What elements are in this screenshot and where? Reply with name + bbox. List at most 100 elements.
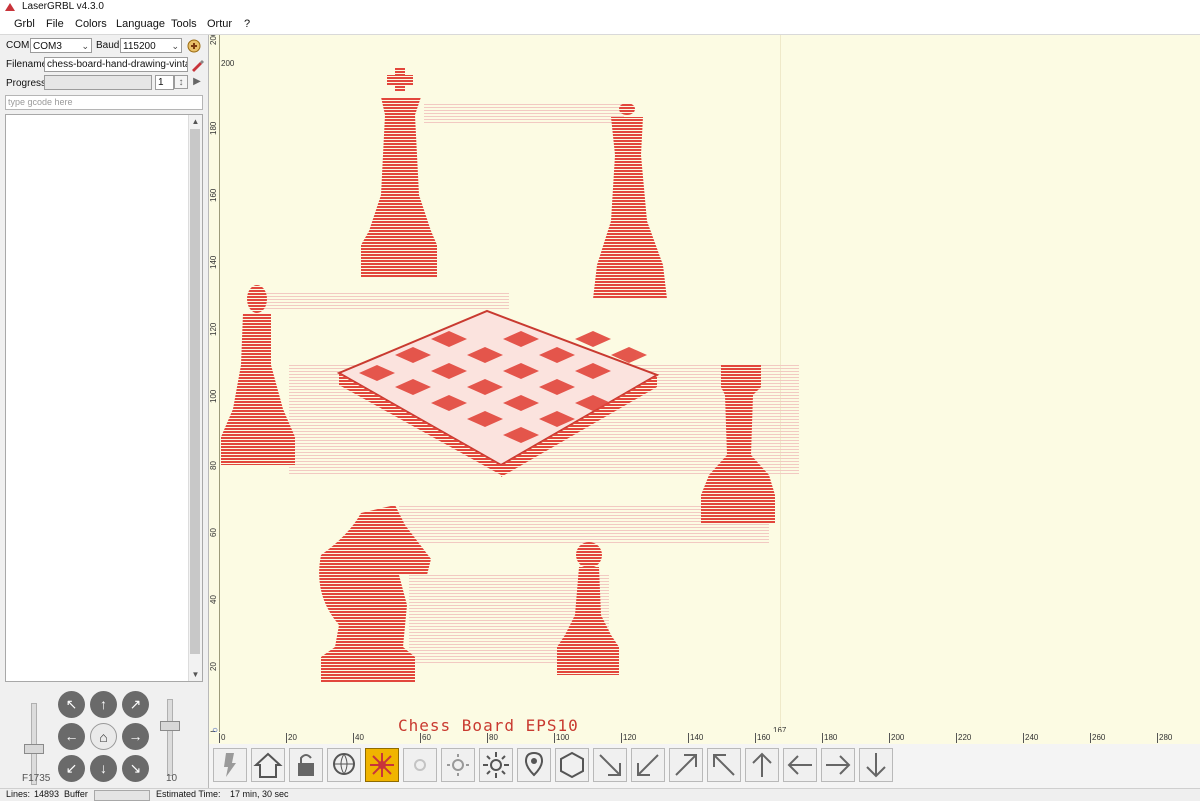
canvas-caption: Chess Board EPS10 <box>398 716 579 732</box>
step-size-label: 10 <box>166 773 178 784</box>
scroll-down-icon[interactable]: ▼ <box>189 668 202 681</box>
engraving-preview <box>221 67 799 683</box>
baud-rate-select[interactable]: 115200 ⌄ <box>120 38 182 53</box>
x-tick: 140 <box>688 733 704 743</box>
x-tick: 120 <box>621 733 637 743</box>
scroll-thumb[interactable] <box>190 129 200 654</box>
jog-down-left-tool[interactable] <box>631 748 665 782</box>
chevron-down-icon: ⌄ <box>171 41 179 51</box>
passes-stepper[interactable]: ↕ <box>174 75 188 89</box>
arrow-down-left-icon <box>637 754 659 776</box>
console-log: ▲ ▼ <box>5 114 203 682</box>
globe-icon <box>333 753 355 775</box>
connect-icon[interactable] <box>186 38 202 53</box>
preview-canvas[interactable]: 200 180 160 140 120 100 80 60 40 20 0 20… <box>209 35 1200 732</box>
gcode-input[interactable]: type gcode here <box>5 95 203 110</box>
jog-down-tool[interactable] <box>859 748 893 782</box>
menu-language[interactable]: Language <box>116 18 165 30</box>
filename-label: Filename <box>6 59 48 70</box>
menu-tools[interactable]: Tools <box>171 18 197 30</box>
menu-ortur[interactable]: Ortur <box>207 18 232 30</box>
unlock-button[interactable] <box>289 748 323 782</box>
jog-left-tool[interactable] <box>783 748 817 782</box>
king-piece <box>361 67 437 277</box>
x-tick: 180 <box>822 733 838 743</box>
app-logo-icon <box>5 3 15 11</box>
jog-up-tool[interactable] <box>745 748 779 782</box>
jog-left-button[interactable]: ← <box>58 723 85 750</box>
x-tick: 200 <box>889 733 905 743</box>
menu-help[interactable]: ? <box>244 18 250 30</box>
traverse-lines <box>259 291 509 311</box>
status-bar: Lines: 14893 Buffer Estimated Time: 17 m… <box>0 788 1200 801</box>
x-tick: 280 <box>1157 733 1173 743</box>
horizontal-ruler: 0 20 40 60 80 100 120 140 160 180 200 22… <box>209 732 1200 744</box>
x-tick: 260 <box>1090 733 1106 743</box>
globe-button[interactable] <box>327 748 361 782</box>
x-tick: 240 <box>1023 733 1039 743</box>
com-port-select[interactable]: COM3 ⌄ <box>30 38 92 53</box>
sun-mid-icon <box>447 754 469 776</box>
home-button[interactable] <box>251 748 285 782</box>
console-scrollbar[interactable]: ▲ ▼ <box>188 115 202 681</box>
jog-down-left-button[interactable]: ↙ <box>58 755 85 782</box>
menu-file[interactable]: File <box>46 18 64 30</box>
laser-icon <box>370 753 394 777</box>
baud-rate-value: 115200 <box>123 41 156 52</box>
chevron-down-icon: ⌄ <box>81 41 89 51</box>
sun-high-icon <box>483 752 509 778</box>
power-high-button[interactable] <box>479 748 513 782</box>
shape-button[interactable] <box>555 748 589 782</box>
lines-label: Lines: <box>6 789 31 799</box>
arrow-up-icon <box>752 752 772 777</box>
jog-down-button[interactable]: ↓ <box>90 755 117 782</box>
feed-slider-thumb[interactable] <box>24 744 44 754</box>
passes-field[interactable]: 1 <box>155 75 174 90</box>
menu-bar: Grbl File Colors Language Tools Ortur ? <box>0 14 1200 35</box>
home-icon[interactable]: ⌂ <box>90 723 117 750</box>
arrow-up-right-icon <box>675 754 697 776</box>
step-slider-track[interactable] <box>167 699 173 776</box>
power-mid-button[interactable] <box>441 748 475 782</box>
menu-grbl[interactable]: Grbl <box>14 18 35 30</box>
map-pin-icon <box>524 751 544 777</box>
play-icon[interactable]: ▶ <box>190 75 204 89</box>
estimated-time-label: Estimated Time: <box>156 789 221 799</box>
jog-up-right-button[interactable]: ↗ <box>122 691 149 718</box>
buffer-bar <box>94 790 150 801</box>
jog-right-button[interactable]: → <box>122 723 149 750</box>
connect-button[interactable] <box>213 748 247 782</box>
filename-field[interactable]: chess-board-hand-drawing-vintage-sty <box>44 57 188 72</box>
laser-toggle-button[interactable] <box>365 748 399 782</box>
step-slider-thumb[interactable] <box>160 721 180 731</box>
feed-rate-label: F1735 <box>22 773 51 784</box>
jog-right-tool[interactable] <box>821 748 855 782</box>
progress-bar <box>44 75 152 90</box>
jog-down-right-tool[interactable] <box>593 748 627 782</box>
jog-up-right-tool[interactable] <box>669 748 703 782</box>
scroll-up-icon[interactable]: ▲ <box>189 115 202 128</box>
queen-piece <box>593 103 667 299</box>
jog-up-left-tool[interactable] <box>707 748 741 782</box>
control-panel: COM COM3 ⌄ Baud 115200 ⌄ Filename chess-… <box>0 35 209 800</box>
baud-label: Baud <box>96 40 120 51</box>
progress-label: Progress <box>6 78 47 89</box>
open-file-icon[interactable] <box>190 58 204 72</box>
menu-colors[interactable]: Colors <box>75 18 107 30</box>
jog-down-right-button[interactable]: ↘ <box>122 755 149 782</box>
com-port-value: COM3 <box>33 41 62 52</box>
plug-icon <box>224 753 236 777</box>
arrow-right-icon <box>826 755 851 775</box>
jog-up-button[interactable]: ↑ <box>90 691 117 718</box>
bishop-piece <box>221 285 295 465</box>
lines-value: 14893 <box>34 789 60 799</box>
x-tick: 80 <box>487 733 498 743</box>
x-tick: 220 <box>956 733 972 743</box>
arrow-left-icon <box>787 755 812 775</box>
lock-icon <box>298 754 314 776</box>
com-label: COM <box>6 40 30 51</box>
frame-button[interactable] <box>517 748 551 782</box>
power-low-button[interactable] <box>403 748 437 782</box>
jog-up-left-button[interactable]: ↖ <box>58 691 85 718</box>
traverse-lines <box>424 103 624 125</box>
